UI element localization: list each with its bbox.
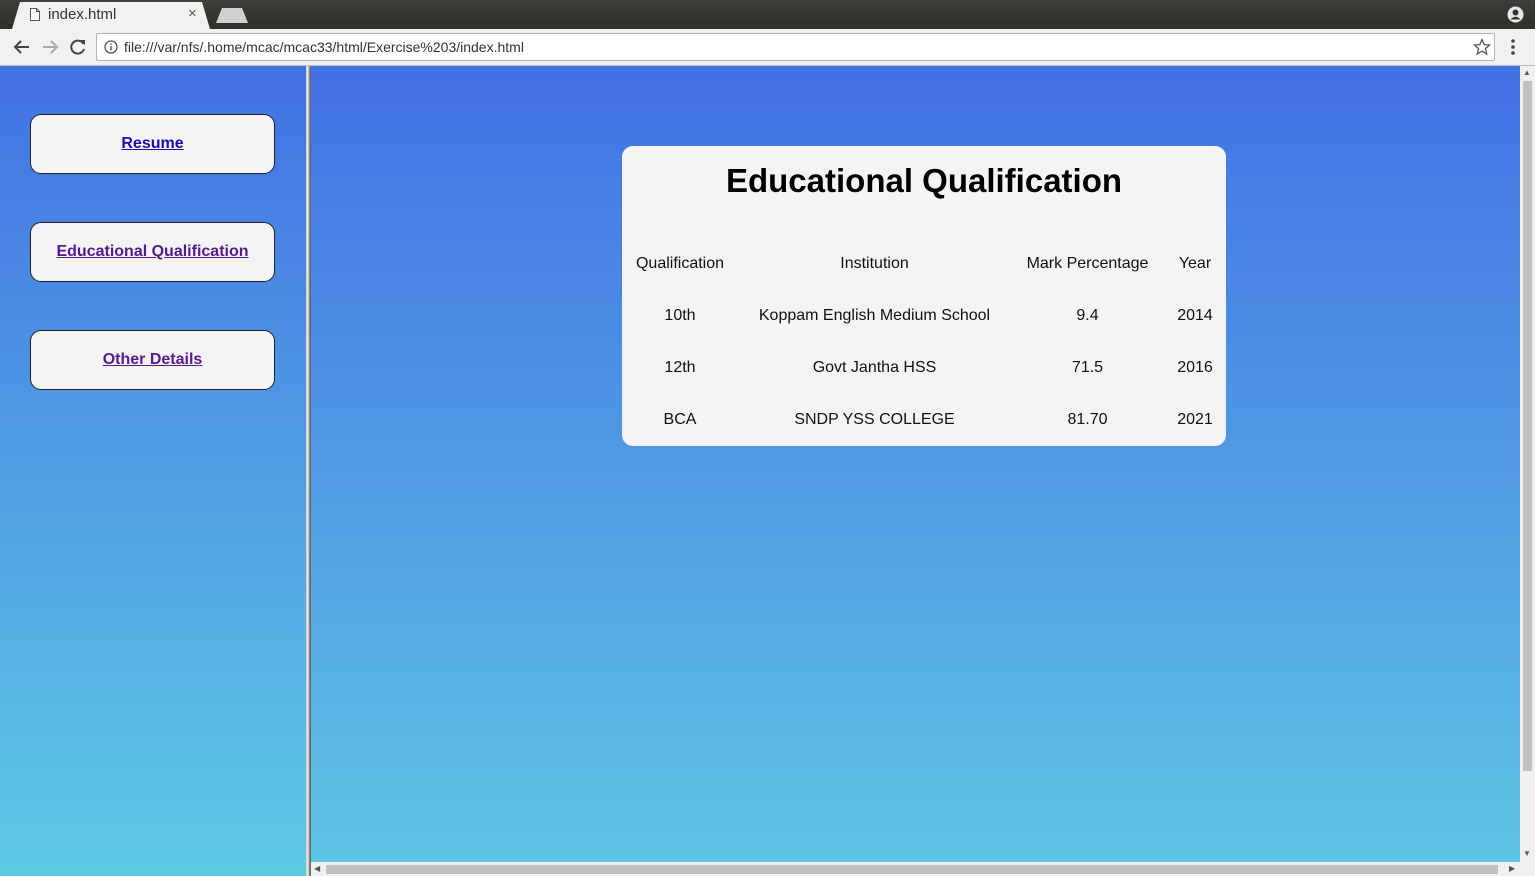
table-cell: 2014 (1177, 307, 1213, 324)
info-icon[interactable] (104, 40, 118, 54)
nav-box-resume: Resume (30, 114, 275, 174)
scroll-down-icon[interactable]: ▼ (1523, 849, 1531, 859)
page-title: Educational Qualification (725, 162, 1123, 199)
table-cell: 9.4 (1076, 307, 1099, 324)
browser-toolbar: file:///var/nfs/.home/mcac/mcac33/html/E… (0, 29, 1535, 66)
resume-link[interactable]: Resume (121, 135, 183, 153)
table-cell: Koppam English Medium School (758, 307, 991, 324)
reload-icon[interactable] (68, 37, 88, 57)
url-text[interactable]: file:///var/nfs/.home/mcac/mcac33/html/E… (124, 39, 524, 55)
table-cell: 81.70 (1067, 411, 1108, 428)
kebab-menu-icon[interactable] (1506, 37, 1520, 57)
table-cell: 2021 (1177, 411, 1213, 428)
horizontal-scroll-thumb[interactable] (326, 865, 1498, 874)
scroll-up-icon[interactable]: ▲ (1523, 68, 1531, 78)
sidebar-frame: Resume Educational Qualification Other D… (0, 66, 306, 876)
profile-icon[interactable] (1507, 6, 1524, 23)
table-cell: BCA (663, 411, 697, 428)
table-cell: 10th (664, 307, 696, 324)
new-tab-button[interactable] (216, 8, 248, 23)
column-header: Institution (840, 255, 909, 272)
table-cell: 2016 (1177, 359, 1213, 376)
educational-qualification-link[interactable]: Educational Qualification (56, 243, 248, 261)
scroll-right-icon[interactable]: ▶ (1509, 864, 1515, 874)
qualification-card: Educational Qualification Qualification … (622, 146, 1226, 446)
table-cell: 12th (664, 359, 696, 376)
back-arrow-icon[interactable] (12, 37, 32, 57)
page-icon (30, 8, 40, 21)
address-bar[interactable]: file:///var/nfs/.home/mcac/mcac33/html/E… (96, 33, 1495, 61)
table-cell: Govt Jantha HSS (812, 359, 937, 376)
column-header: Year (1178, 255, 1212, 272)
vertical-scroll-thumb[interactable] (1523, 81, 1532, 771)
forward-arrow-icon[interactable] (40, 37, 60, 57)
nav-box-education: Educational Qualification (30, 222, 275, 282)
main-frame: Educational Qualification Qualification … (311, 66, 1535, 876)
star-icon[interactable] (1473, 38, 1491, 56)
table-cell: 71.5 (1071, 359, 1104, 376)
nav-box-other: Other Details (30, 330, 275, 390)
tab-strip: index.html × (0, 0, 1535, 29)
page-viewport: Resume Educational Qualification Other D… (0, 66, 1535, 876)
tab-title[interactable]: index.html (48, 6, 116, 23)
column-header: Qualification (635, 255, 725, 272)
table-cell: SNDP YSS COLLEGE (794, 411, 955, 428)
tab-close-icon[interactable]: × (188, 5, 197, 23)
other-details-link[interactable]: Other Details (103, 351, 203, 369)
vertical-scrollbar[interactable]: ▲ ▼ (1520, 66, 1535, 862)
column-header: Mark Percentage (1026, 255, 1149, 272)
scroll-left-icon[interactable]: ◀ (314, 864, 320, 874)
horizontal-scrollbar[interactable]: ◀ ▶ (311, 862, 1535, 876)
